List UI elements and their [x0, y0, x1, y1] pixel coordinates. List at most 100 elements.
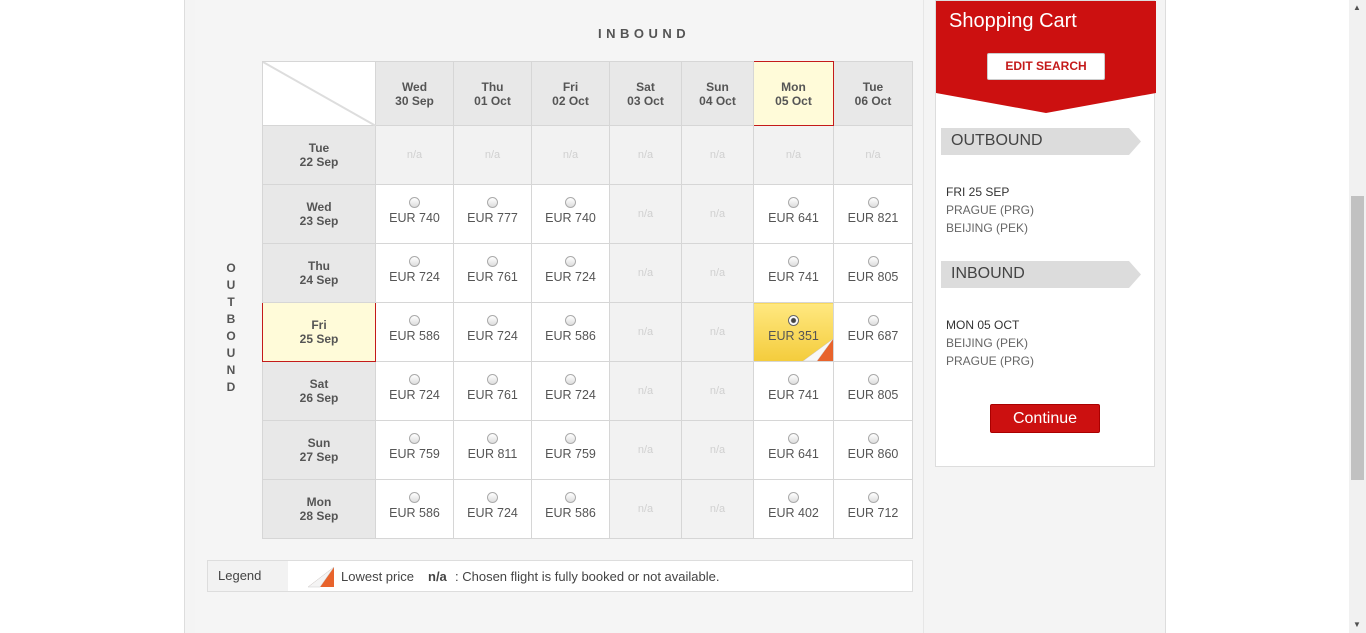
fare-price: EUR 724 [389, 388, 440, 402]
inbound-date-header: Fri 02 Oct [531, 61, 610, 126]
fare-cell[interactable]: EUR 741 [753, 243, 834, 303]
vertical-scrollbar[interactable]: ▲ ▼ [1349, 0, 1366, 633]
fare-price: EUR 740 [545, 211, 596, 225]
fare-price: EUR 821 [847, 211, 899, 225]
fare-cell[interactable]: EUR 724 [531, 243, 610, 303]
fare-radio[interactable] [487, 433, 498, 444]
fare-cell[interactable]: EUR 805 [833, 243, 913, 303]
scroll-down-icon[interactable]: ▼ [1353, 620, 1361, 629]
fare-cell-unavailable: n/a [681, 302, 754, 362]
fare-cell-unavailable: n/a [681, 479, 754, 539]
table-row: Fri 25 Sep EUR 586 EUR 724 EUR 586 n/a n/a EUR … [262, 302, 913, 362]
fare-cell[interactable]: EUR 586 [531, 479, 610, 539]
table-row: Mon 28 Sep EUR 586 EUR 724 EUR 586 n/a n/a EUR … [262, 479, 913, 539]
fare-radio[interactable] [565, 197, 576, 208]
fare-cell[interactable]: EUR 641 [753, 184, 834, 244]
fare-radio[interactable] [788, 433, 799, 444]
outbound-date-header: Mon 28 Sep [262, 479, 376, 539]
fare-cell[interactable]: EUR 351 [753, 302, 834, 362]
fare-radio[interactable] [409, 256, 420, 267]
fare-radio[interactable] [788, 256, 799, 267]
fare-radio[interactable] [788, 197, 799, 208]
fare-cell[interactable]: EUR 821 [833, 184, 913, 244]
edit-search-button[interactable]: EDIT SEARCH [987, 53, 1105, 80]
fare-price: EUR 741 [768, 388, 819, 402]
lowest-price-fold-icon [802, 338, 833, 361]
fare-cell[interactable]: EUR 402 [753, 479, 834, 539]
fare-cell[interactable]: EUR 724 [375, 361, 454, 421]
fare-radio[interactable] [565, 374, 576, 385]
row-day: Wed [306, 200, 332, 214]
lowest-price-icon [307, 566, 335, 588]
fare-radio[interactable] [788, 374, 799, 385]
fare-cell[interactable]: EUR 586 [375, 302, 454, 362]
outbound-section-label: OUTBOUND [951, 132, 1043, 149]
inbound-section-label: INBOUND [951, 265, 1025, 282]
fare-cell[interactable]: EUR 740 [531, 184, 610, 244]
fare-radio[interactable] [788, 492, 799, 503]
fare-cell[interactable]: EUR 759 [375, 420, 454, 480]
fare-cell[interactable]: EUR 724 [453, 302, 532, 362]
fare-cell[interactable]: EUR 724 [453, 479, 532, 539]
fare-radio[interactable] [487, 315, 498, 326]
outbound-date-header: Tue 22 Sep [262, 125, 376, 185]
fare-cell[interactable]: EUR 712 [833, 479, 913, 539]
fare-radio[interactable] [565, 433, 576, 444]
fare-radio[interactable] [487, 197, 498, 208]
fare-radio[interactable] [565, 315, 576, 326]
fare-radio[interactable] [409, 433, 420, 444]
fare-radio[interactable] [788, 315, 799, 326]
header-date: 04 Oct [699, 93, 736, 108]
fare-cell[interactable]: EUR 860 [833, 420, 913, 480]
row-day: Mon [306, 495, 332, 509]
fare-cell[interactable]: EUR 724 [375, 243, 454, 303]
fare-radio[interactable] [867, 492, 879, 503]
continue-button[interactable]: Continue [990, 404, 1100, 433]
scroll-thumb[interactable] [1351, 196, 1364, 480]
fare-cell[interactable]: EUR 641 [753, 420, 834, 480]
legend-na-key: n/a [428, 569, 447, 584]
fare-radio[interactable] [867, 374, 879, 385]
fare-cell[interactable]: EUR 586 [375, 479, 454, 539]
fare-radio[interactable] [409, 197, 420, 208]
outbound-letter: T [227, 295, 235, 309]
fare-cell[interactable]: EUR 724 [531, 361, 610, 421]
inbound-date: MON 05 OCT [946, 318, 1020, 332]
table-row: Sun 27 Sep EUR 759 EUR 811 EUR 759 n/a n/a EUR … [262, 420, 913, 480]
scroll-up-icon[interactable]: ▲ [1353, 3, 1361, 12]
fare-cell[interactable]: EUR 759 [531, 420, 610, 480]
fare-radio[interactable] [867, 256, 879, 267]
legend-bar: Legend Lowest price n/a : Chosen flight … [207, 560, 913, 592]
inbound-date-header: Sun 04 Oct [681, 61, 754, 126]
fare-cell[interactable]: EUR 761 [453, 361, 532, 421]
fare-price: EUR 759 [545, 447, 596, 461]
fare-radio[interactable] [565, 492, 576, 503]
fare-price: EUR 759 [389, 447, 440, 461]
fare-cell[interactable]: EUR 687 [833, 302, 913, 362]
fare-price: EUR 860 [847, 447, 899, 461]
fare-cell[interactable]: EUR 811 [453, 420, 532, 480]
fare-radio[interactable] [867, 197, 879, 208]
fare-radio[interactable] [409, 374, 420, 385]
fare-price: EUR 586 [545, 506, 596, 520]
fare-cell-unavailable: n/a [681, 243, 754, 303]
header-date: 06 Oct [854, 93, 892, 108]
fare-cell-unavailable: n/a [681, 420, 754, 480]
fare-price: EUR 724 [545, 270, 596, 284]
fare-radio[interactable] [409, 492, 420, 503]
outbound-letter: U [226, 278, 236, 292]
fare-radio[interactable] [565, 256, 576, 267]
fare-cell[interactable]: EUR 740 [375, 184, 454, 244]
fare-cell-unavailable: n/a [609, 479, 682, 539]
fare-radio[interactable] [487, 492, 498, 503]
fare-cell[interactable]: EUR 586 [531, 302, 610, 362]
fare-radio[interactable] [867, 315, 879, 326]
fare-radio[interactable] [487, 256, 498, 267]
fare-cell[interactable]: EUR 741 [753, 361, 834, 421]
fare-cell[interactable]: EUR 777 [453, 184, 532, 244]
fare-cell[interactable]: EUR 761 [453, 243, 532, 303]
fare-cell[interactable]: EUR 805 [833, 361, 913, 421]
fare-radio[interactable] [487, 374, 498, 385]
fare-radio[interactable] [409, 315, 420, 326]
fare-radio[interactable] [867, 433, 879, 444]
